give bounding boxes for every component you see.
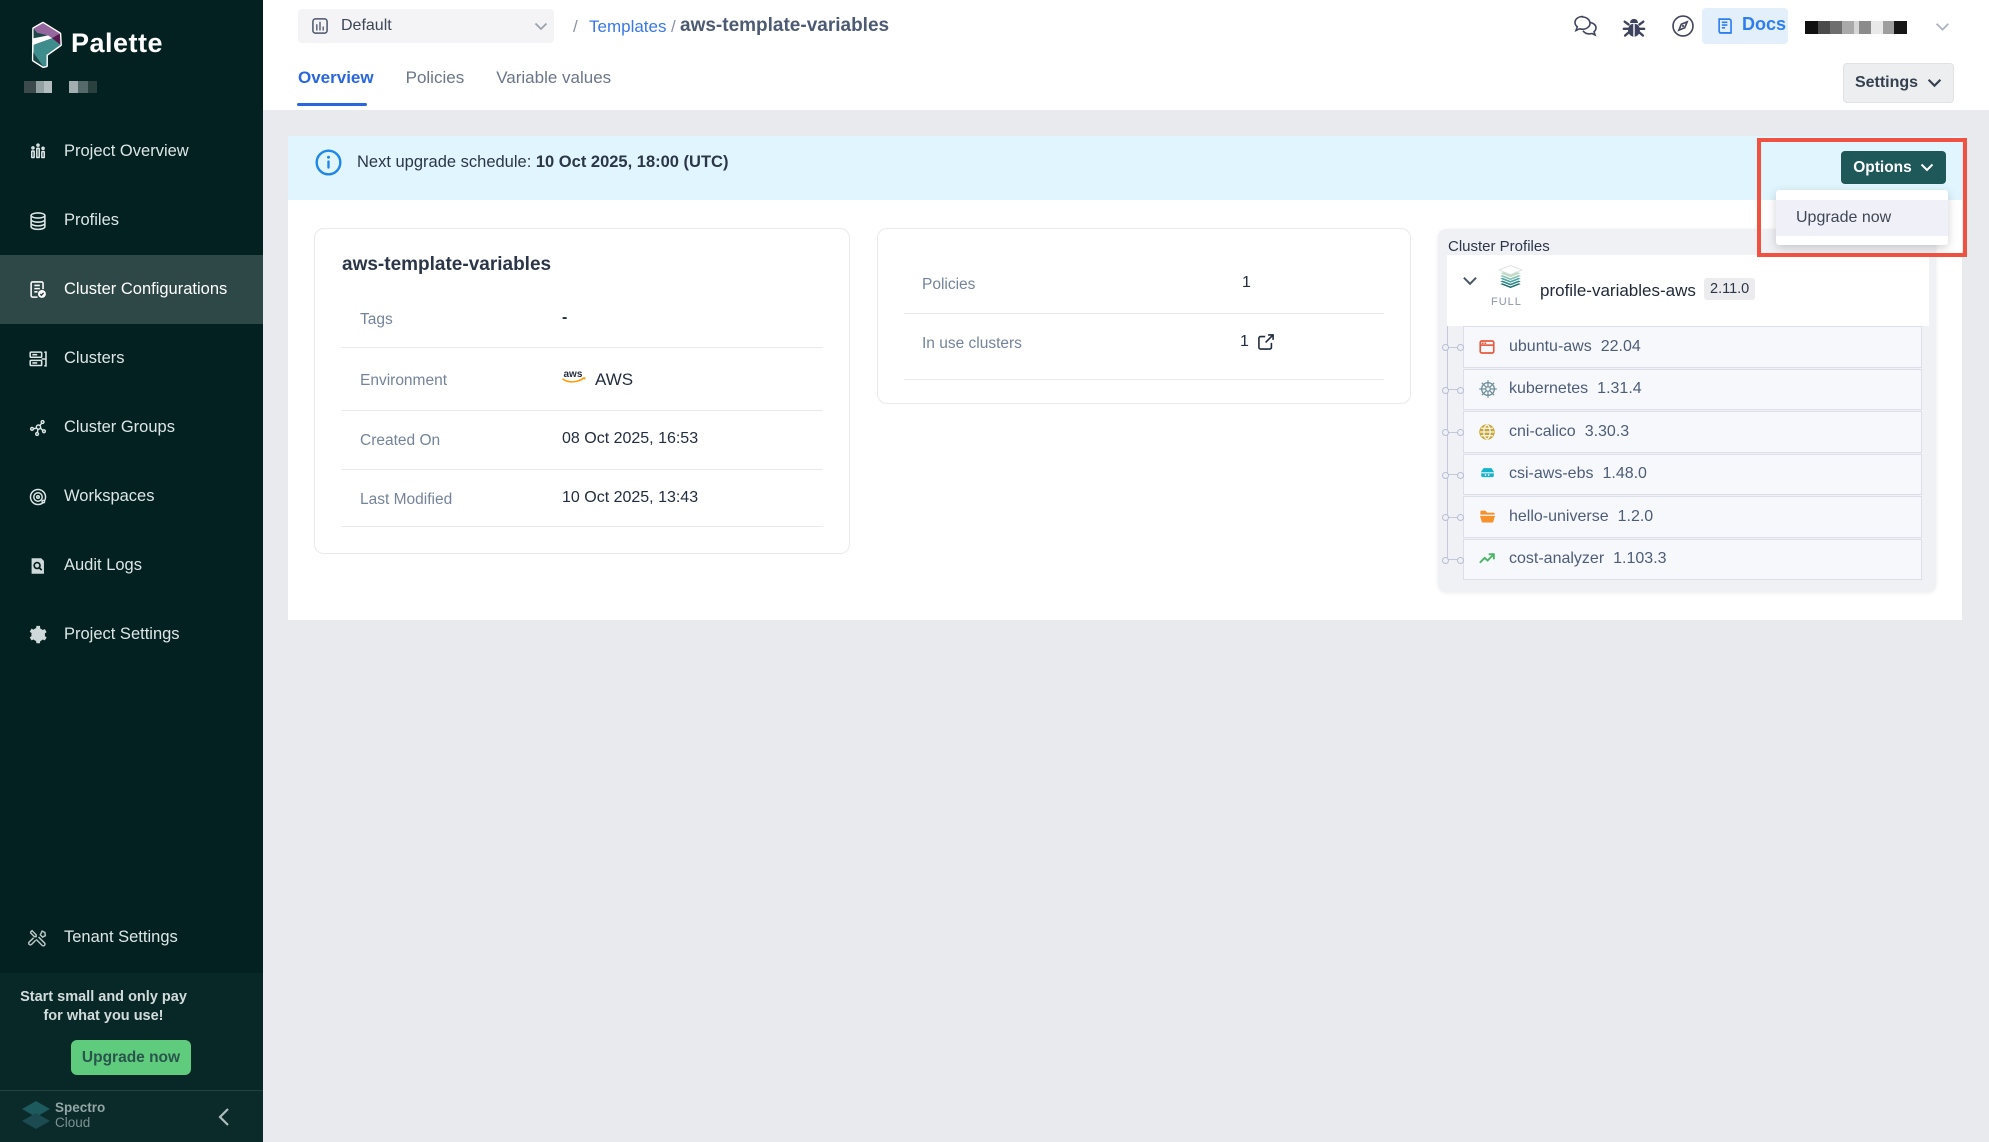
svg-text:aws: aws [564, 369, 583, 380]
